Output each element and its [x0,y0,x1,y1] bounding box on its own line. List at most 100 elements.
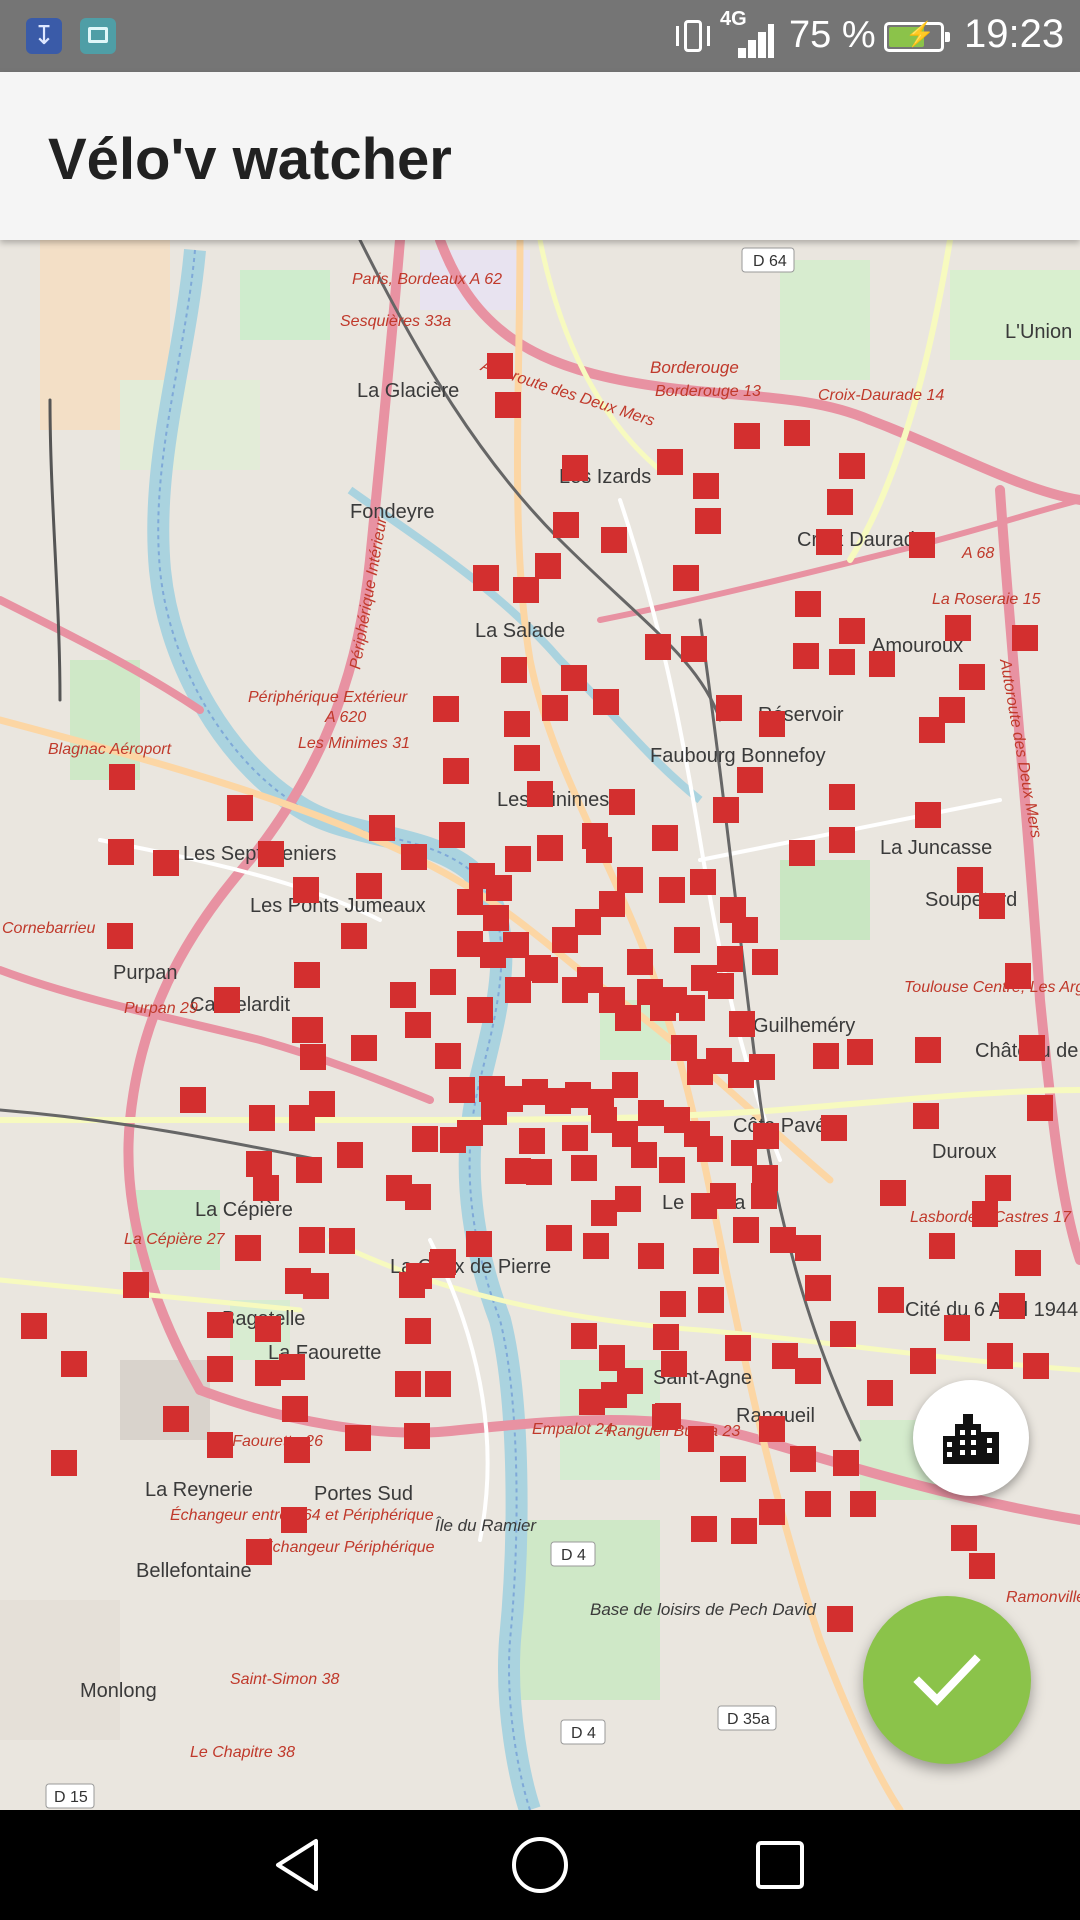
bike-station-marker[interactable] [599,891,625,917]
bike-station-marker[interactable] [299,1227,325,1253]
bike-station-marker[interactable] [839,453,865,479]
bike-station-marker[interactable] [207,1432,233,1458]
bike-station-marker[interactable] [425,1371,451,1397]
bike-station-marker[interactable] [583,1233,609,1259]
bike-station-marker[interactable] [405,1318,431,1344]
bike-station-marker[interactable] [501,657,527,683]
bike-station-marker[interactable] [789,840,815,866]
bike-station-marker[interactable] [795,1358,821,1384]
bike-station-marker[interactable] [562,455,588,481]
bike-station-marker[interactable] [617,867,643,893]
bike-station-marker[interactable] [827,1606,853,1632]
bike-station-marker[interactable] [805,1491,831,1517]
city-button[interactable] [913,1380,1029,1496]
bike-station-marker[interactable] [929,1233,955,1259]
bike-station-marker[interactable] [847,1039,873,1065]
bike-station-marker[interactable] [759,711,785,737]
bike-station-marker[interactable] [652,825,678,851]
bike-station-marker[interactable] [351,1035,377,1061]
bike-station-marker[interactable] [546,1225,572,1251]
bike-station-marker[interactable] [253,1175,279,1201]
bike-station-marker[interactable] [829,827,855,853]
bike-station-marker[interactable] [473,565,499,591]
bike-station-marker[interactable] [457,1120,483,1146]
bike-station-marker[interactable] [752,949,778,975]
bike-station-marker[interactable] [163,1406,189,1432]
bike-station-marker[interactable] [772,1343,798,1369]
confirm-button[interactable] [863,1596,1031,1764]
bike-station-marker[interactable] [535,553,561,579]
bike-station-marker[interactable] [805,1275,831,1301]
bike-station-marker[interactable] [405,1184,431,1210]
bike-station-marker[interactable] [503,932,529,958]
bike-station-marker[interactable] [987,1343,1013,1369]
bike-station-marker[interactable] [405,1012,431,1038]
bike-station-marker[interactable] [698,1287,724,1313]
bike-station-marker[interactable] [525,955,551,981]
bike-station-marker[interactable] [61,1351,87,1377]
bike-station-marker[interactable] [945,615,971,641]
bike-station-marker[interactable] [627,949,653,975]
bike-station-marker[interactable] [813,1043,839,1069]
bike-station-marker[interactable] [713,797,739,823]
bike-station-marker[interactable] [395,1371,421,1397]
bike-station-marker[interactable] [51,1450,77,1476]
bike-station-marker[interactable] [661,1351,687,1377]
bike-station-marker[interactable] [697,1136,723,1162]
bike-station-marker[interactable] [591,1200,617,1226]
bike-station-marker[interactable] [433,696,459,722]
bike-station-marker[interactable] [294,962,320,988]
bike-station-marker[interactable] [514,745,540,771]
bike-station-marker[interactable] [255,1316,281,1342]
bike-station-marker[interactable] [695,508,721,534]
bike-station-marker[interactable] [406,1263,432,1289]
bike-station-marker[interactable] [731,1140,757,1166]
bike-station-marker[interactable] [153,850,179,876]
bike-station-marker[interactable] [631,1142,657,1168]
bike-station-marker[interactable] [725,1335,751,1361]
bike-station-marker[interactable] [638,1100,664,1126]
bike-station-marker[interactable] [255,1360,281,1386]
bike-station-marker[interactable] [443,758,469,784]
bike-station-marker[interactable] [293,877,319,903]
bike-station-marker[interactable] [329,1228,355,1254]
bike-station-marker[interactable] [537,835,563,861]
map-view[interactable]: La Glacière Les Izards Fondeyre Croix Da… [0,240,1080,1810]
bike-station-marker[interactable] [571,1323,597,1349]
bike-station-marker[interactable] [481,1099,507,1125]
bike-station-marker[interactable] [830,1321,856,1347]
bike-station-marker[interactable] [878,1287,904,1313]
bike-station-marker[interactable] [708,973,734,999]
bike-station-marker[interactable] [227,795,253,821]
bike-station-marker[interactable] [839,618,865,644]
bike-station-marker[interactable] [674,927,700,953]
bike-station-marker[interactable] [655,1403,681,1429]
bike-station-marker[interactable] [522,1079,548,1105]
bike-station-marker[interactable] [693,473,719,499]
bike-station-marker[interactable] [653,1324,679,1350]
bike-station-marker[interactable] [793,643,819,669]
bike-station-marker[interactable] [734,423,760,449]
bike-station-marker[interactable] [615,1005,641,1031]
bike-station-marker[interactable] [679,995,705,1021]
bike-station-marker[interactable] [691,1193,717,1219]
bike-station-marker[interactable] [645,634,671,660]
bike-station-marker[interactable] [505,846,531,872]
bike-station-marker[interactable] [790,1446,816,1472]
bike-station-marker[interactable] [759,1416,785,1442]
home-icon[interactable] [510,1835,570,1895]
bike-station-marker[interactable] [449,1077,475,1103]
bike-station-marker[interactable] [659,877,685,903]
recents-icon[interactable] [750,1835,810,1895]
bike-station-marker[interactable] [571,1155,597,1181]
bike-station-marker[interactable] [615,1186,641,1212]
bike-station-marker[interactable] [915,802,941,828]
bike-station-marker[interactable] [1027,1095,1053,1121]
bike-station-marker[interactable] [752,1165,778,1191]
bike-station-marker[interactable] [390,982,416,1008]
bike-station-marker[interactable] [601,1382,627,1408]
bike-station-marker[interactable] [279,1354,305,1380]
bike-station-marker[interactable] [303,1273,329,1299]
bike-station-marker[interactable] [795,591,821,617]
bike-station-marker[interactable] [214,987,240,1013]
